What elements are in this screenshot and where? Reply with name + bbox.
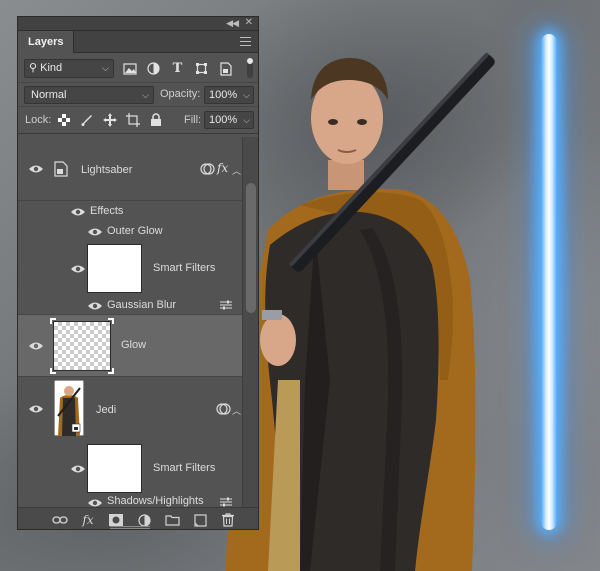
shadows-highlights-row[interactable]: Shadows/Highlights — [18, 495, 242, 507]
blending-options-icon[interactable] — [220, 497, 232, 507]
chevron-down-icon: ⌵ — [142, 90, 149, 100]
chevron-down-icon: ⌵ — [243, 115, 250, 125]
new-layer-icon[interactable] — [192, 512, 208, 528]
opacity-value: 100% — [209, 89, 238, 101]
eye-icon[interactable] — [28, 404, 44, 414]
search-icon: ⚲ — [29, 62, 38, 74]
eye-icon[interactable] — [70, 264, 86, 274]
layer-name-jedi: Jedi — [96, 404, 117, 416]
smart-filters-row[interactable]: Smart Filters — [18, 241, 242, 296]
layers-scrollbar[interactable] — [242, 137, 258, 507]
type-layer-filter-icon[interactable]: T — [169, 60, 186, 77]
thumb-selection-corner — [50, 318, 56, 324]
lock-image-pixels-icon[interactable] — [79, 112, 95, 128]
jedi-smart-filters-label: Smart Filters — [153, 462, 216, 474]
smart-object-filter-icon[interactable] — [217, 60, 234, 77]
eye-icon[interactable] — [70, 464, 86, 474]
new-group-folder-icon[interactable] — [164, 512, 180, 528]
layer-row-lightsaber[interactable]: Lightsaber fx ︿ — [18, 137, 242, 201]
fill-input[interactable]: 100% ⌵ — [204, 111, 254, 129]
gaussian-blur-row[interactable]: Gaussian Blur — [18, 296, 242, 315]
thumb-selection-corner — [50, 368, 56, 374]
panel-title-strip: ◀◀ ✕ — [18, 17, 258, 31]
shape-layer-filter-icon[interactable] — [193, 60, 210, 77]
smart-object-icon — [54, 161, 68, 177]
layer-name-lightsaber: Lightsaber — [81, 164, 133, 176]
eye-icon[interactable] — [28, 164, 44, 174]
filter-toolbar: ⚲ Kind ⌵ T — [18, 53, 258, 83]
panel-resize-grip[interactable] — [110, 526, 150, 529]
eye-icon[interactable] — [87, 301, 103, 311]
kind-filter-select[interactable]: ⚲ Kind ⌵ — [24, 59, 114, 78]
lock-transparent-pixels-icon[interactable] — [56, 112, 72, 128]
panel-menu-icon[interactable] — [240, 37, 251, 46]
effects-label: Effects — [90, 205, 124, 217]
fill-label: Fill: — [184, 114, 202, 126]
hand — [260, 314, 296, 366]
lock-label: Lock: — [25, 114, 52, 126]
close-icon[interactable]: ✕ — [245, 17, 253, 28]
panel-tab-row: Layers — [18, 31, 258, 53]
shadows-highlights-label: Shadows/Highlights — [107, 495, 204, 507]
lock-all-icon[interactable] — [148, 112, 164, 128]
smart-filters-label: Smart Filters — [153, 262, 216, 274]
thumb-selection-corner — [108, 368, 114, 374]
jedi-smart-filters-row[interactable]: Smart Filters — [18, 441, 242, 497]
opacity-label: Opacity: — [160, 88, 201, 100]
scrollbar-thumb[interactable] — [246, 183, 256, 313]
link-layers-icon[interactable] — [52, 512, 68, 528]
layer-name-glow: Glow — [121, 339, 147, 351]
lock-artboard-icon[interactable] — [125, 112, 141, 128]
jedi-layer-thumbnail[interactable] — [54, 380, 84, 436]
chevron-up-icon[interactable]: ︿ — [232, 404, 241, 417]
chevron-up-icon[interactable]: ︿ — [232, 164, 241, 177]
filter-toggle-switch[interactable] — [247, 58, 253, 78]
delete-layer-trash-icon[interactable] — [220, 512, 236, 528]
blending-options-icon[interactable] — [220, 300, 232, 310]
outer-glow-row[interactable]: Outer Glow — [18, 222, 242, 241]
adjustment-layer-filter-icon[interactable] — [145, 60, 162, 77]
thumb-selection-corner — [108, 318, 114, 324]
layer-row-jedi[interactable]: Jedi ︿ — [18, 377, 242, 441]
eye-icon[interactable] — [87, 498, 103, 507]
kind-filter-label: Kind — [40, 62, 63, 74]
tab-layers[interactable]: Layers — [18, 31, 75, 53]
glow-layer-thumbnail[interactable] — [53, 321, 111, 371]
lock-position-icon[interactable] — [102, 112, 118, 128]
collapse-icon[interactable]: ◀◀ — [226, 18, 239, 29]
smart-filter-badge-icon — [216, 403, 231, 415]
opacity-input[interactable]: 100% ⌵ — [204, 86, 254, 104]
chevron-down-icon: ⌵ — [243, 90, 250, 100]
eye-icon[interactable] — [28, 341, 44, 351]
outer-glow-label: Outer Glow — [107, 225, 163, 237]
pixel-layer-filter-icon[interactable] — [121, 60, 138, 77]
effects-row[interactable]: Effects — [18, 201, 242, 222]
chevron-down-icon: ⌵ — [102, 63, 109, 73]
fill-value: 100% — [209, 114, 238, 126]
layer-row-glow[interactable]: Glow — [18, 315, 242, 377]
smart-filter-badge-icon — [200, 163, 215, 175]
blend-mode-value: Normal — [31, 89, 67, 101]
jedi-smart-filter-mask-thumbnail[interactable] — [87, 444, 142, 493]
gaussian-blur-label: Gaussian Blur — [107, 299, 177, 311]
fx-icon[interactable]: fx — [217, 161, 228, 175]
add-layer-style-fx-icon[interactable]: fx — [80, 512, 96, 528]
blend-row: Normal ⌵ Opacity: 100% ⌵ — [18, 83, 258, 107]
lock-row: Lock: Fill: 100% ⌵ — [18, 107, 258, 134]
blend-mode-select[interactable]: Normal ⌵ — [24, 86, 154, 104]
eye-icon[interactable] — [87, 227, 103, 237]
eye-icon[interactable] — [70, 207, 86, 217]
layers-list: Lightsaber fx ︿ Effects Outer Glow Smart… — [18, 137, 242, 507]
layers-panel: ◀◀ ✕ Layers ⚲ Kind ⌵ T Normal ⌵ Opacity:… — [17, 16, 259, 530]
smart-filter-mask-thumbnail[interactable] — [87, 244, 142, 293]
